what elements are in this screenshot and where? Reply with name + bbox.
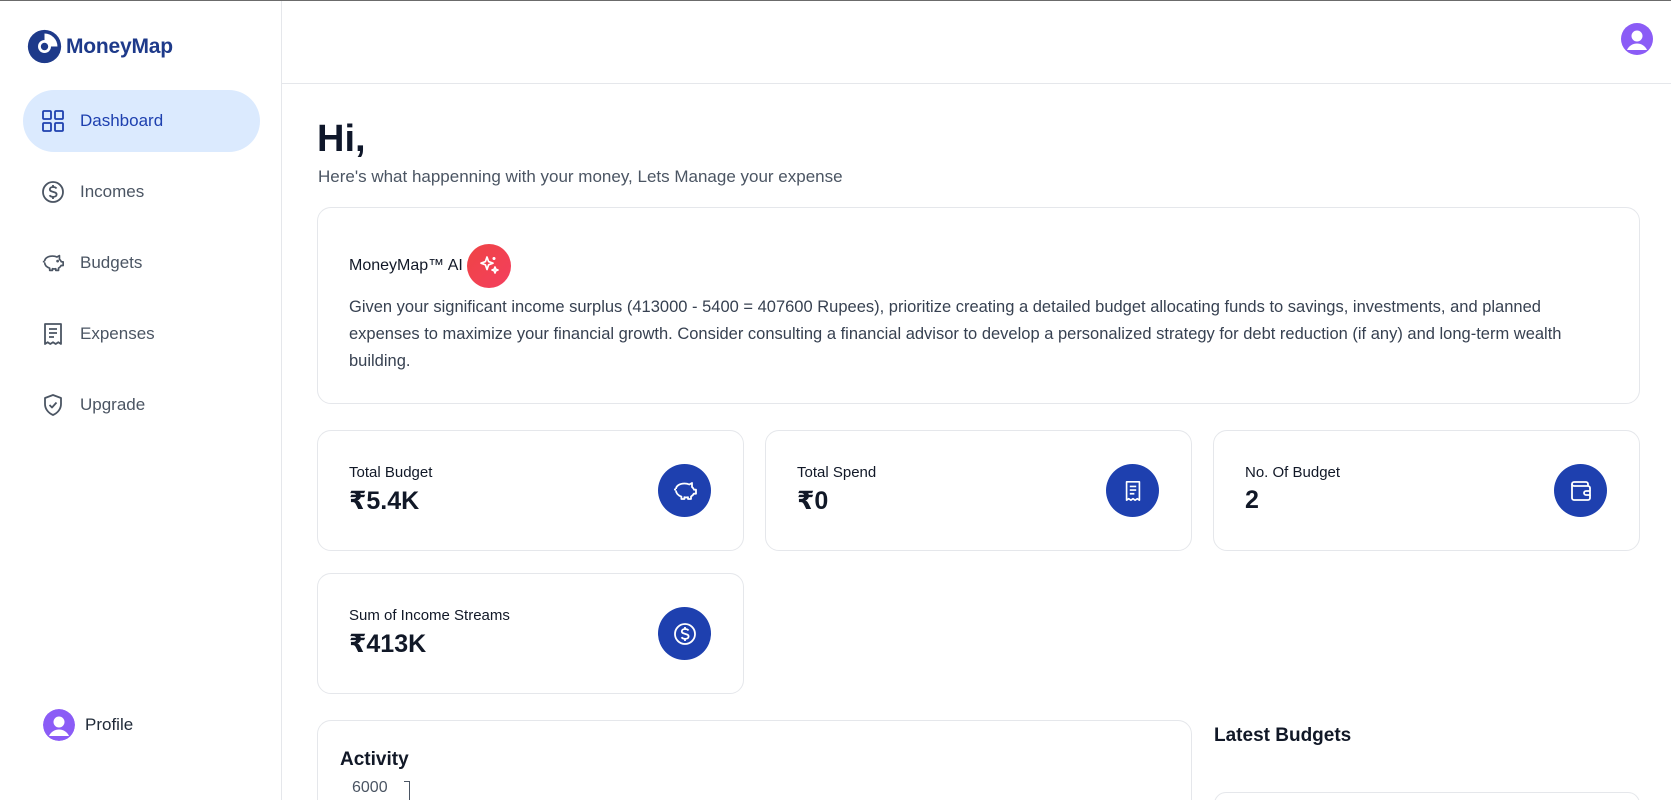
activity-chart-card: Activity 6000 — [317, 720, 1192, 800]
sidebar-item-label: Dashboard — [80, 111, 164, 130]
stat-label: Total Spend — [797, 464, 877, 481]
ai-insight-card: MoneyMap™ AI Given your significant inco… — [317, 207, 1640, 404]
piggy-bank-icon — [41, 251, 65, 275]
stat-card-total-spend: Total Spend ₹0 — [765, 430, 1192, 551]
sidebar-item-incomes[interactable]: Incomes — [23, 161, 260, 223]
sidebar-item-label: Upgrade — [80, 395, 146, 414]
stat-value: 2 — [1245, 486, 1259, 514]
top-header — [282, 1, 1671, 84]
sidebar-item-budgets[interactable]: Budgets — [23, 232, 260, 294]
stat-card-budget-count: No. Of Budget 2 — [1213, 430, 1640, 551]
sidebar-item-expenses[interactable]: Expenses — [23, 303, 260, 365]
wallet-icon — [1554, 464, 1607, 517]
profile-label: Profile — [85, 715, 134, 734]
latest-budget-card[interactable] — [1214, 792, 1640, 800]
app-logo[interactable]: MoneyMap — [26, 28, 173, 65]
stat-label: No. Of Budget — [1245, 464, 1341, 481]
dollar-circle-icon — [658, 607, 711, 660]
stat-value: ₹0 — [797, 487, 829, 515]
sidebar-item-upgrade[interactable]: Upgrade — [23, 374, 260, 436]
app-name: MoneyMap — [66, 34, 173, 58]
dashboard-grid-icon — [41, 109, 65, 133]
stat-card-income-streams: Sum of Income Streams ₹413K — [317, 573, 744, 694]
ai-insight-text: Given your significant income surplus (4… — [349, 298, 1562, 370]
sidebar-item-label: Budgets — [80, 253, 143, 272]
profile-button[interactable]: Profile — [43, 709, 133, 741]
sidebar-item-label: Expenses — [80, 324, 155, 343]
ai-title: MoneyMap™ AI — [349, 257, 463, 274]
y-axis-line — [404, 781, 410, 800]
shield-check-icon — [41, 393, 65, 417]
latest-budgets-heading: Latest Budgets — [1214, 725, 1352, 746]
stat-value: ₹5.4K — [349, 487, 420, 515]
receipt-icon — [1106, 464, 1159, 517]
stat-label: Sum of Income Streams — [349, 607, 510, 624]
stat-value: ₹413K — [349, 630, 427, 658]
activity-title: Activity — [340, 749, 409, 770]
stat-card-total-budget: Total Budget ₹5.4K — [317, 430, 744, 551]
sidebar-item-label: Incomes — [80, 182, 145, 201]
sidebar-item-dashboard[interactable]: Dashboard — [23, 90, 260, 152]
sidebar: MoneyMap Dashboard Incomes Budgets Expen… — [0, 1, 282, 800]
sparkles-icon — [466, 244, 511, 288]
greeting-heading: Hi, — [317, 118, 366, 160]
avatar-icon — [43, 709, 75, 741]
dollar-circle-icon — [41, 180, 65, 204]
greeting-subtitle: Here's what happenning with your money, … — [318, 167, 843, 186]
y-axis-tick-label: 6000 — [352, 779, 388, 796]
logo-icon — [27, 29, 62, 64]
stat-label: Total Budget — [349, 464, 433, 481]
user-avatar-icon[interactable] — [1621, 23, 1653, 55]
piggy-bank-icon — [658, 464, 711, 517]
receipt-icon — [41, 322, 65, 346]
